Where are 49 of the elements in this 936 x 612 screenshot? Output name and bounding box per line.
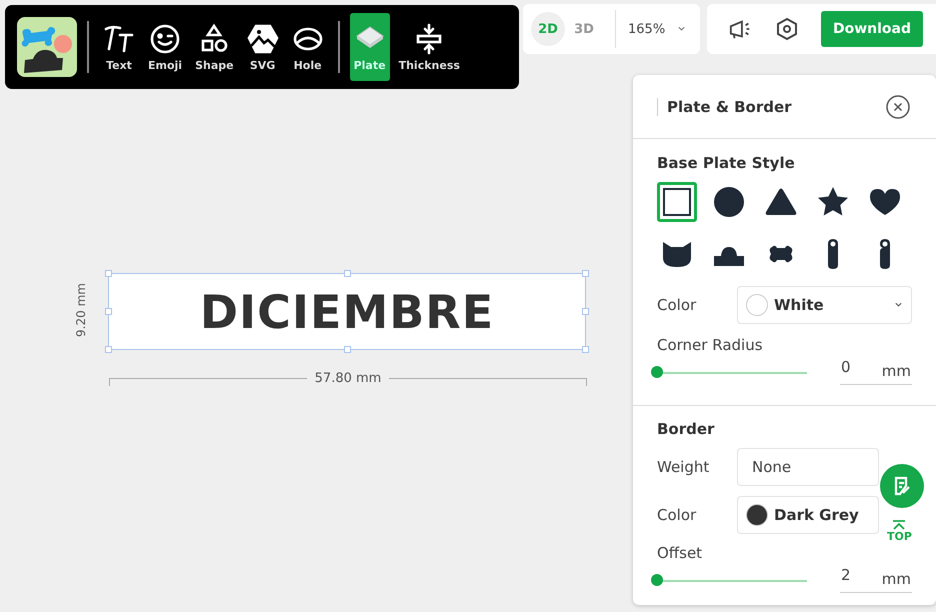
resize-handle[interactable] (105, 308, 112, 315)
zoom-dropdown[interactable]: 165% (628, 22, 686, 36)
color-dropdown[interactable]: White (737, 286, 912, 324)
resize-handle[interactable] (105, 346, 112, 353)
section-heading: Border (657, 420, 716, 438)
logo-icon[interactable] (17, 17, 77, 77)
resize-handle[interactable] (582, 308, 589, 315)
color-dropdown[interactable]: Dark Grey (737, 496, 879, 534)
tool-button[interactable]: Text (99, 13, 139, 81)
resize-handle[interactable] (344, 270, 351, 277)
plate-shape-option[interactable] (657, 182, 697, 222)
tool-button[interactable]: Hole (288, 13, 328, 81)
panel-title: Plate & Border (657, 98, 792, 116)
tool-button[interactable]: SVG (242, 13, 283, 81)
height-dimension: 9.20 mm (74, 282, 88, 339)
arrow-up-icon (891, 520, 908, 530)
circle-shape-icon (713, 186, 745, 218)
field-label: Color (657, 506, 696, 524)
emoji-tool-icon (149, 22, 182, 54)
tool-button[interactable]: Emoji (144, 13, 186, 81)
heart-shape-icon (869, 186, 901, 218)
resize-handle[interactable] (344, 346, 351, 353)
section-heading: Base Plate Style (657, 154, 796, 172)
number-field[interactable]: 2 mm (840, 562, 912, 593)
slider-thumb[interactable] (651, 574, 663, 586)
number-field[interactable]: 0 mm (840, 354, 912, 385)
tool-button[interactable]: Thickness (394, 13, 464, 81)
star-shape-icon (817, 186, 849, 218)
tool-button[interactable]: Shape (191, 13, 238, 81)
close-icon[interactable] (886, 94, 910, 118)
field-label: Corner Radius (657, 336, 764, 354)
svg-tool-icon (246, 22, 279, 54)
edit-button[interactable] (880, 464, 924, 508)
square-shape-icon (661, 186, 693, 218)
chevron-down-icon (677, 26, 686, 32)
field-label: Offset (657, 544, 704, 562)
resize-handle[interactable] (582, 270, 589, 277)
settings-icon[interactable] (775, 17, 799, 41)
name-plate[interactable]: DICIEMBRE (108, 273, 586, 350)
width-dimension: 57.80 mm (314, 371, 382, 386)
triangle-shape-icon (765, 186, 797, 218)
field-label: Weight (657, 458, 710, 476)
slider-thumb[interactable] (651, 366, 663, 378)
resize-handle[interactable] (105, 270, 112, 277)
field-label: Color (657, 296, 696, 314)
resize-handle[interactable] (582, 346, 589, 353)
weight-dropdown[interactable]: None (737, 448, 879, 486)
chevron-down-icon (894, 302, 903, 308)
plate-text: DICIEMBRE (200, 284, 494, 338)
